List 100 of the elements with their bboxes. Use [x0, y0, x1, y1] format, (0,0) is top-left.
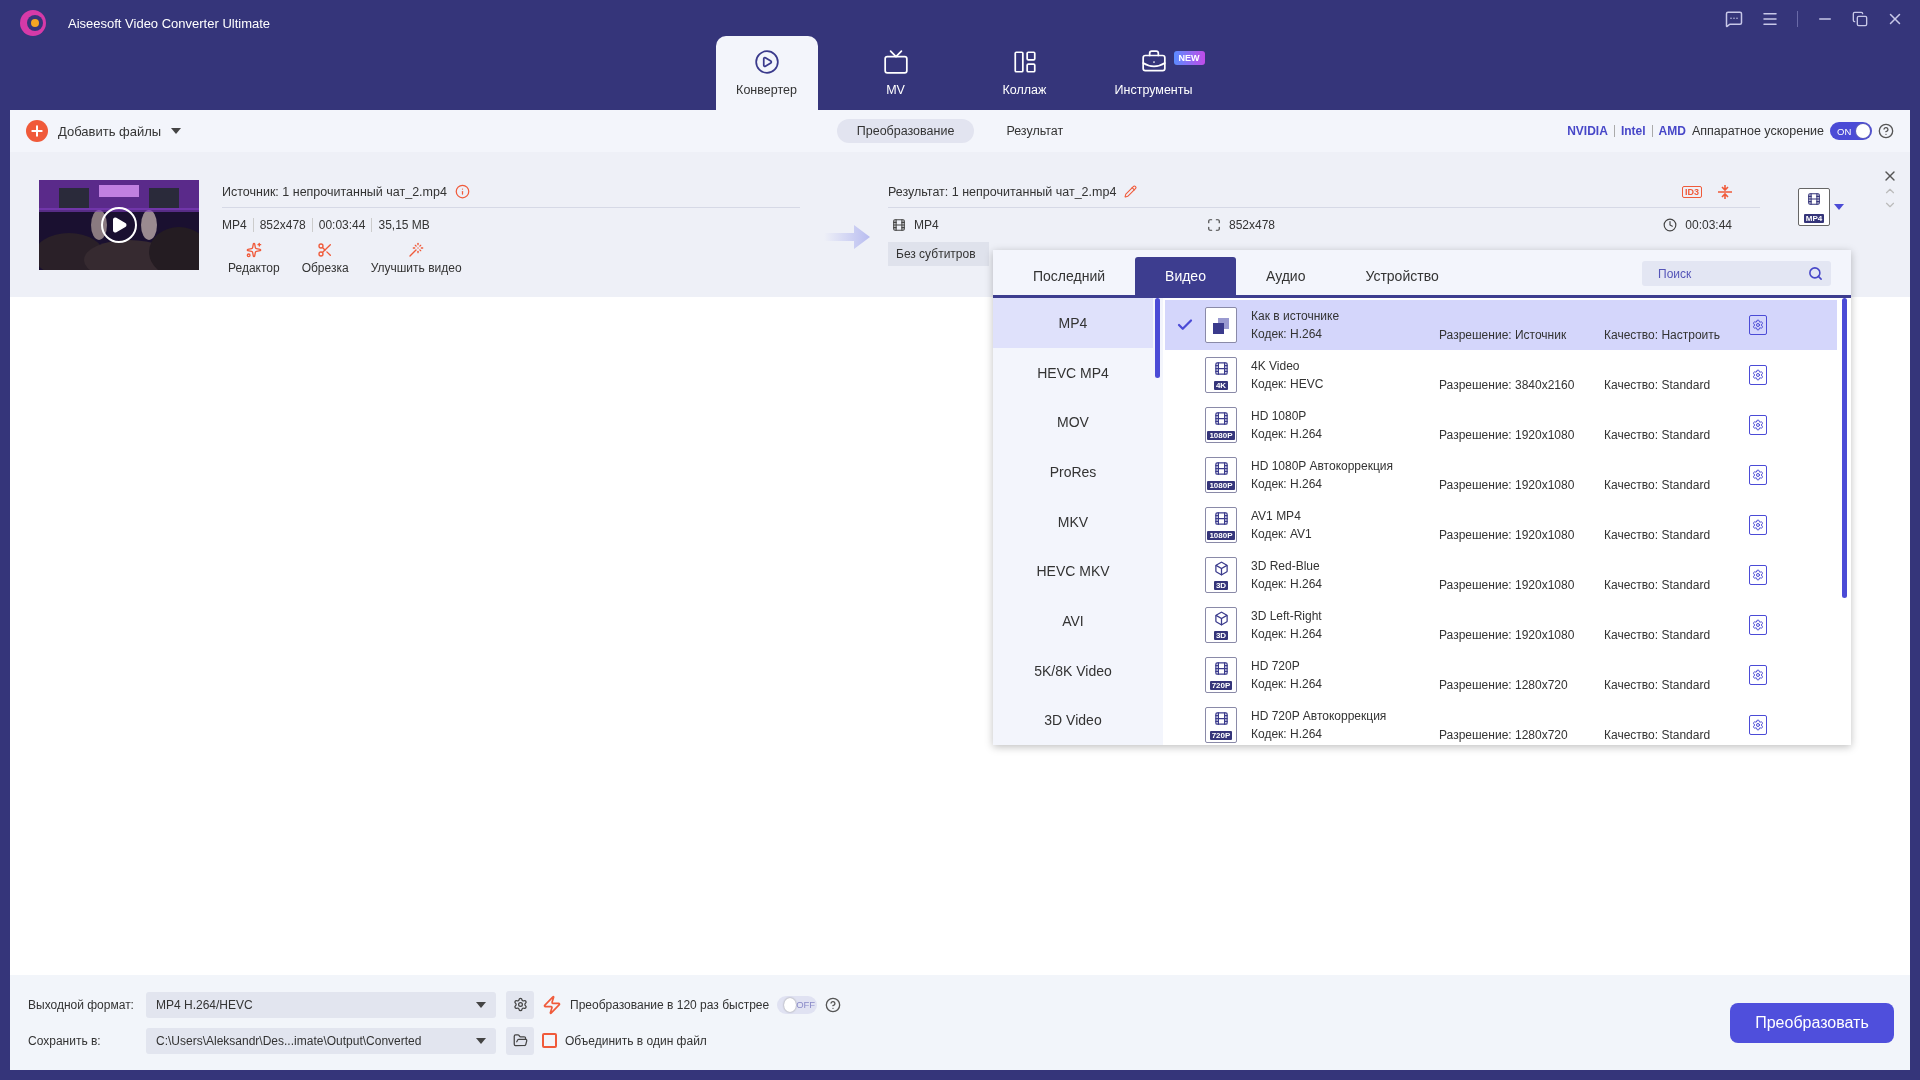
action-button[interactable]: Улучшить видео — [370, 242, 462, 275]
sparkle-icon — [245, 242, 262, 258]
play-icon[interactable] — [101, 207, 137, 243]
format-category[interactable]: MP4 — [993, 298, 1153, 348]
open-folder-button[interactable] — [506, 1026, 534, 1055]
format-category[interactable]: MOV — [993, 397, 1153, 447]
preset-row[interactable]: 3D 3D Left-Right Кодек: H.264 Разрешение: 1920x1080 Качество: Standard — [1165, 600, 1837, 650]
pencil-icon[interactable] — [1124, 185, 1138, 198]
format-tab[interactable]: Видео — [1135, 257, 1236, 295]
cube-icon — [1213, 611, 1229, 626]
caret-icon[interactable] — [1834, 204, 1844, 210]
preset-row[interactable]: 720P HD 720P Кодек: H.264 Разрешение: 1280x720 Качество: Standard — [1165, 650, 1837, 700]
wand-icon — [408, 242, 425, 258]
settings-icon[interactable] — [1749, 515, 1767, 535]
preset-codec: Кодек: H.264 — [1251, 327, 1323, 341]
output-resolution: 852x478 — [1229, 218, 1276, 232]
preset-codec: Кодек: H.264 — [1251, 727, 1323, 741]
format-badge[interactable]: MP4 — [1798, 188, 1830, 226]
settings-icon[interactable] — [1749, 665, 1767, 685]
preset-resolution: Разрешение: 1920x1080 — [1439, 528, 1576, 544]
preset-icon: 720P — [1205, 657, 1237, 693]
format-category[interactable]: AVI — [993, 596, 1153, 646]
speed-label: Преобразование в 120 раз быстрее — [570, 997, 770, 1012]
nav-tab[interactable]: NEW Инструменты — [1102, 36, 1205, 110]
action-button[interactable]: Редактор — [228, 242, 280, 275]
preset-resolution: Разрешение: 3840x2160 — [1439, 378, 1576, 394]
search-input[interactable]: Поиск — [1656, 265, 1796, 282]
format-tab[interactable]: Устройство — [1335, 257, 1469, 295]
new-badge: NEW — [1173, 51, 1205, 65]
toolbox-icon — [1140, 49, 1167, 75]
folder-icon — [512, 1033, 528, 1048]
format-category[interactable]: HEVC MKV — [993, 546, 1153, 597]
search-field[interactable]: Поиск — [1642, 261, 1831, 286]
preset-row[interactable]: 3D 3D Red-Blue Кодек: H.264 Разрешение: 1920x1080 Качество: Standard — [1165, 550, 1837, 600]
format-settings-button[interactable] — [506, 990, 534, 1019]
format-tab[interactable]: Аудио — [1235, 257, 1336, 295]
feedback-icon[interactable] — [1725, 10, 1743, 28]
format-category[interactable]: 3D Video — [993, 695, 1153, 745]
vendor-label: NVIDIA — [1567, 124, 1608, 138]
format-category[interactable]: MKV — [993, 496, 1153, 547]
acceleration-toggle[interactable]: ON — [1830, 122, 1872, 140]
clock-icon — [1663, 218, 1678, 232]
merge-icon[interactable] — [1718, 184, 1732, 199]
save-path-select[interactable]: C:\Users\Aleksandr\Des...imate\Output\Converted — [146, 1027, 496, 1054]
preset-row[interactable]: 1080P HD 1080P Автокоррекция Кодек: H.264 Разрешение: 1920x1080 Качество: Standard — [1165, 450, 1837, 500]
nav-tab[interactable]: Конвертер — [715, 36, 818, 110]
preset-row[interactable]: Как в источнике Кодек: H.264 Разрешение: Источник Качество: Настроить — [1165, 300, 1837, 350]
format-category[interactable]: ProRes — [993, 447, 1153, 497]
format-tab[interactable]: Последний — [1003, 257, 1136, 295]
caret-icon — [476, 1037, 486, 1044]
preset-icon: 1080P — [1205, 407, 1237, 443]
caret-icon — [476, 1001, 486, 1008]
preset-row[interactable]: 1080P AV1 MP4 Кодек: AV1 Разрешение: 1920x1080 Качество: Standard — [1165, 500, 1837, 550]
preset-name: HD 720P Автокоррекция — [1251, 709, 1388, 723]
gear-icon — [512, 997, 528, 1012]
preset-name: HD 720P — [1251, 659, 1301, 673]
output-duration: 00:03:44 — [1685, 218, 1732, 232]
help-icon[interactable] — [825, 996, 842, 1013]
preset-resolution: Разрешение: 1280x720 — [1439, 728, 1569, 744]
tv-icon — [882, 49, 909, 75]
subtitle-dropdown[interactable]: Без субтитров — [888, 242, 989, 266]
settings-icon[interactable] — [1749, 415, 1767, 435]
output-format-select[interactable]: MP4 H.264/HEVC — [146, 991, 496, 1018]
view-tab[interactable]: Преобразование — [836, 119, 975, 143]
settings-icon[interactable] — [1749, 365, 1767, 385]
preset-icon: 3D — [1205, 557, 1237, 593]
search-icon[interactable] — [1808, 266, 1823, 281]
view-tab[interactable]: Результат — [986, 119, 1084, 143]
preset-codec: Кодек: H.264 — [1251, 427, 1323, 441]
preset-name: Как в источнике — [1251, 309, 1341, 323]
nav-tab[interactable]: MV — [844, 36, 947, 110]
preset-row[interactable]: 1080P HD 1080P Кодек: H.264 Разрешение: 1920x1080 Качество: Standard — [1165, 400, 1837, 450]
preset-row[interactable]: 4K 4K Video Кодек: HEVC Разрешение: 3840x2160 Качество: Standard — [1165, 350, 1837, 400]
settings-icon[interactable] — [1749, 715, 1767, 735]
app-logo-icon — [18, 8, 48, 38]
restore-icon[interactable] — [1852, 11, 1868, 27]
nav-tab[interactable]: Коллаж — [973, 36, 1076, 110]
settings-icon[interactable] — [1749, 615, 1767, 635]
merge-checkbox[interactable] — [542, 1033, 557, 1048]
settings-icon[interactable] — [1749, 465, 1767, 485]
field-label: Сохранить в: — [28, 1033, 102, 1048]
play-circle-icon — [753, 49, 780, 75]
preset-codec: Кодек: H.264 — [1251, 577, 1323, 591]
action-button[interactable]: Обрезка — [301, 242, 349, 275]
settings-icon[interactable] — [1749, 565, 1767, 585]
preset-row[interactable]: 720P HD 720P Автокоррекция Кодек: H.264 Разрешение: 1280x720 Качество: Standard — [1165, 700, 1837, 745]
add-files-button[interactable]: Добавить файлы — [26, 120, 837, 142]
settings-icon[interactable] — [1749, 315, 1767, 335]
film-icon — [1213, 411, 1229, 426]
preset-icon: 4K — [1205, 357, 1237, 393]
convert-button[interactable]: Преобразовать — [1730, 1002, 1894, 1043]
window-title: Aiseesoft Video Converter Ultimate — [68, 15, 271, 31]
preset-resolution: Разрешение: 1920x1080 — [1439, 628, 1576, 644]
info-icon[interactable] — [454, 184, 470, 199]
format-category[interactable]: 5K/8K Video — [993, 645, 1153, 696]
help-icon[interactable] — [1878, 123, 1894, 139]
scissors-icon — [317, 242, 334, 258]
preset-name: HD 1080P — [1251, 409, 1308, 423]
format-category[interactable]: HEVC MP4 — [993, 347, 1153, 398]
menu-icon[interactable] — [1761, 10, 1779, 28]
